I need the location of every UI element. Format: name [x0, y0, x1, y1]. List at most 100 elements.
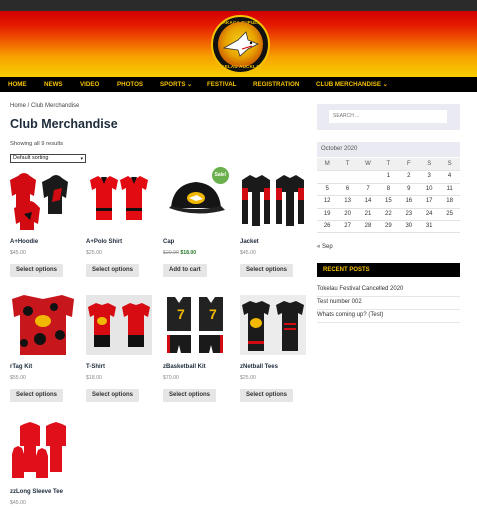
calendar-day: 16 [405, 198, 413, 205]
add-to-cart-button[interactable]: Add to cart [163, 264, 207, 277]
tag-kit-image [10, 295, 76, 355]
calendar-day: 25 [446, 210, 453, 217]
calendar-day: 13 [344, 198, 351, 205]
nav-registration[interactable]: REGISTRATION [253, 77, 299, 92]
product-price: $45.00 [240, 250, 256, 256]
product-image[interactable] [10, 295, 76, 355]
nav-festival[interactable]: FESTIVAL [207, 77, 236, 92]
product-price: $20.00 $18.00 [163, 250, 197, 256]
product-price: $25.00 [86, 250, 102, 256]
logo-emblem [218, 22, 263, 67]
calendar-day: 6 [345, 185, 350, 192]
t-shirt-image [86, 295, 152, 355]
sale-badge: Sale! [212, 167, 229, 184]
calendar-day: 20 [344, 210, 351, 217]
calendar-day: 23 [405, 210, 413, 217]
calendar-day-header: T [337, 158, 358, 171]
calendar-day: 17 [425, 198, 433, 205]
calendar-day: 21 [364, 210, 372, 217]
select-options-button[interactable]: Select options [240, 264, 294, 277]
nav-club-merchandise[interactable]: CLUB MERCHANDISE ⌄ [316, 77, 388, 92]
club-logo[interactable]: HAFAKAGA TUPULAGA TOKELAU AUCKLAND [211, 15, 270, 74]
product-name[interactable]: A+Polo Shirt [86, 239, 122, 245]
search-widget [317, 104, 460, 130]
calendar-day: 24 [425, 210, 433, 217]
nav-video[interactable]: VIDEO [80, 77, 99, 92]
product-name[interactable]: zzLong Sleeve Tee [10, 489, 63, 495]
search-input[interactable] [329, 110, 447, 123]
chevron-down-icon: ▾ [80, 156, 83, 162]
page-title: Club Merchandise [10, 117, 118, 131]
jacket-image [240, 170, 306, 230]
sort-selected-value: Default sorting [13, 155, 49, 161]
select-options-button[interactable]: Select options [86, 389, 140, 402]
shark-icon [222, 31, 259, 57]
calendar-day: 31 [425, 223, 433, 229]
header-banner: HAFAKAGA TUPULAGA TOKELAU AUCKLAND [0, 11, 477, 77]
product-image[interactable] [240, 295, 306, 355]
calendar-day: 8 [386, 185, 391, 192]
calendar-day: 29 [385, 223, 392, 229]
calendar-day: 27 [344, 223, 351, 229]
select-options-button[interactable]: Select options [86, 264, 140, 277]
calendar-day-header: T [378, 158, 399, 171]
calendar-day: 19 [323, 210, 331, 217]
product-price: $45.00 [10, 500, 26, 506]
calendar-day: 12 [323, 198, 331, 205]
calendar-day: 30 [405, 223, 413, 229]
divider [317, 322, 460, 323]
calendar-day-header: M [317, 158, 338, 171]
product-name[interactable]: Cap [163, 239, 174, 245]
basketball-kit-image: 7 7 [163, 295, 229, 355]
product-name[interactable]: Jacket [240, 239, 259, 245]
polo-shirt-image [86, 170, 152, 230]
product-image[interactable] [10, 420, 76, 480]
nav-sports[interactable]: SPORTS ⌄ [160, 77, 192, 92]
product-image[interactable] [240, 170, 306, 230]
product-image[interactable] [86, 295, 152, 355]
select-options-button[interactable]: Select options [10, 264, 64, 277]
product-name[interactable]: zNetball Tees [240, 364, 278, 370]
calendar-day-header: S [419, 158, 440, 171]
select-options-button[interactable]: Select options [10, 389, 64, 402]
calendar-day: 26 [323, 223, 331, 229]
product-price: $55.00 [10, 375, 26, 381]
recent-post-link[interactable]: Test number 002 [317, 299, 460, 305]
recent-post-link[interactable]: Whats coming up? (Test) [317, 312, 460, 318]
calendar-day: 11 [446, 185, 453, 192]
product-name[interactable]: zBasketball Kit [163, 364, 206, 370]
calendar-caption: October 2020 [317, 142, 460, 157]
long-sleeve-tee-image [10, 420, 76, 480]
calendar-day: 3 [427, 173, 431, 180]
calendar-grid-line [317, 232, 460, 234]
product-image[interactable] [86, 170, 152, 230]
select-options-button[interactable]: Select options [240, 389, 294, 402]
divider [317, 296, 460, 297]
calendar-day: 9 [407, 185, 411, 192]
sort-select[interactable]: Default sorting ▾ [10, 154, 86, 163]
calendar-day: 28 [364, 223, 372, 229]
breadcrumb[interactable]: Home / Club Merchandise [10, 103, 79, 109]
calendar-prev-month-link[interactable]: « Sep [317, 244, 333, 250]
product-name[interactable]: T-Shirt [86, 364, 105, 370]
nav-home[interactable]: HOME [8, 77, 27, 92]
product-image[interactable]: 7 7 [163, 295, 229, 355]
netball-tees-image [240, 295, 306, 355]
product-price: $18.00 [86, 375, 102, 381]
top-bar [0, 0, 477, 11]
calendar-day: 2 [407, 173, 411, 180]
calendar-day-header: F [398, 158, 419, 171]
nav-news[interactable]: NEWS [44, 77, 63, 92]
calendar-day: 18 [446, 198, 453, 205]
calendar-day: 5 [325, 185, 329, 192]
product-name[interactable]: rTag Kit [10, 364, 32, 370]
product-name[interactable]: A+Hoodie [10, 239, 38, 245]
nav-photos[interactable]: PHOTOS [117, 77, 143, 92]
product-price: $25.00 [240, 375, 256, 381]
svg-text:7: 7 [209, 306, 217, 322]
select-options-button[interactable]: Select options [163, 389, 217, 402]
recent-post-link[interactable]: Tokelau Festival Cancelled 2020 [317, 286, 460, 292]
product-image[interactable] [10, 170, 76, 230]
calendar-day: 10 [425, 185, 433, 192]
calendar-day-header: S [439, 158, 460, 171]
